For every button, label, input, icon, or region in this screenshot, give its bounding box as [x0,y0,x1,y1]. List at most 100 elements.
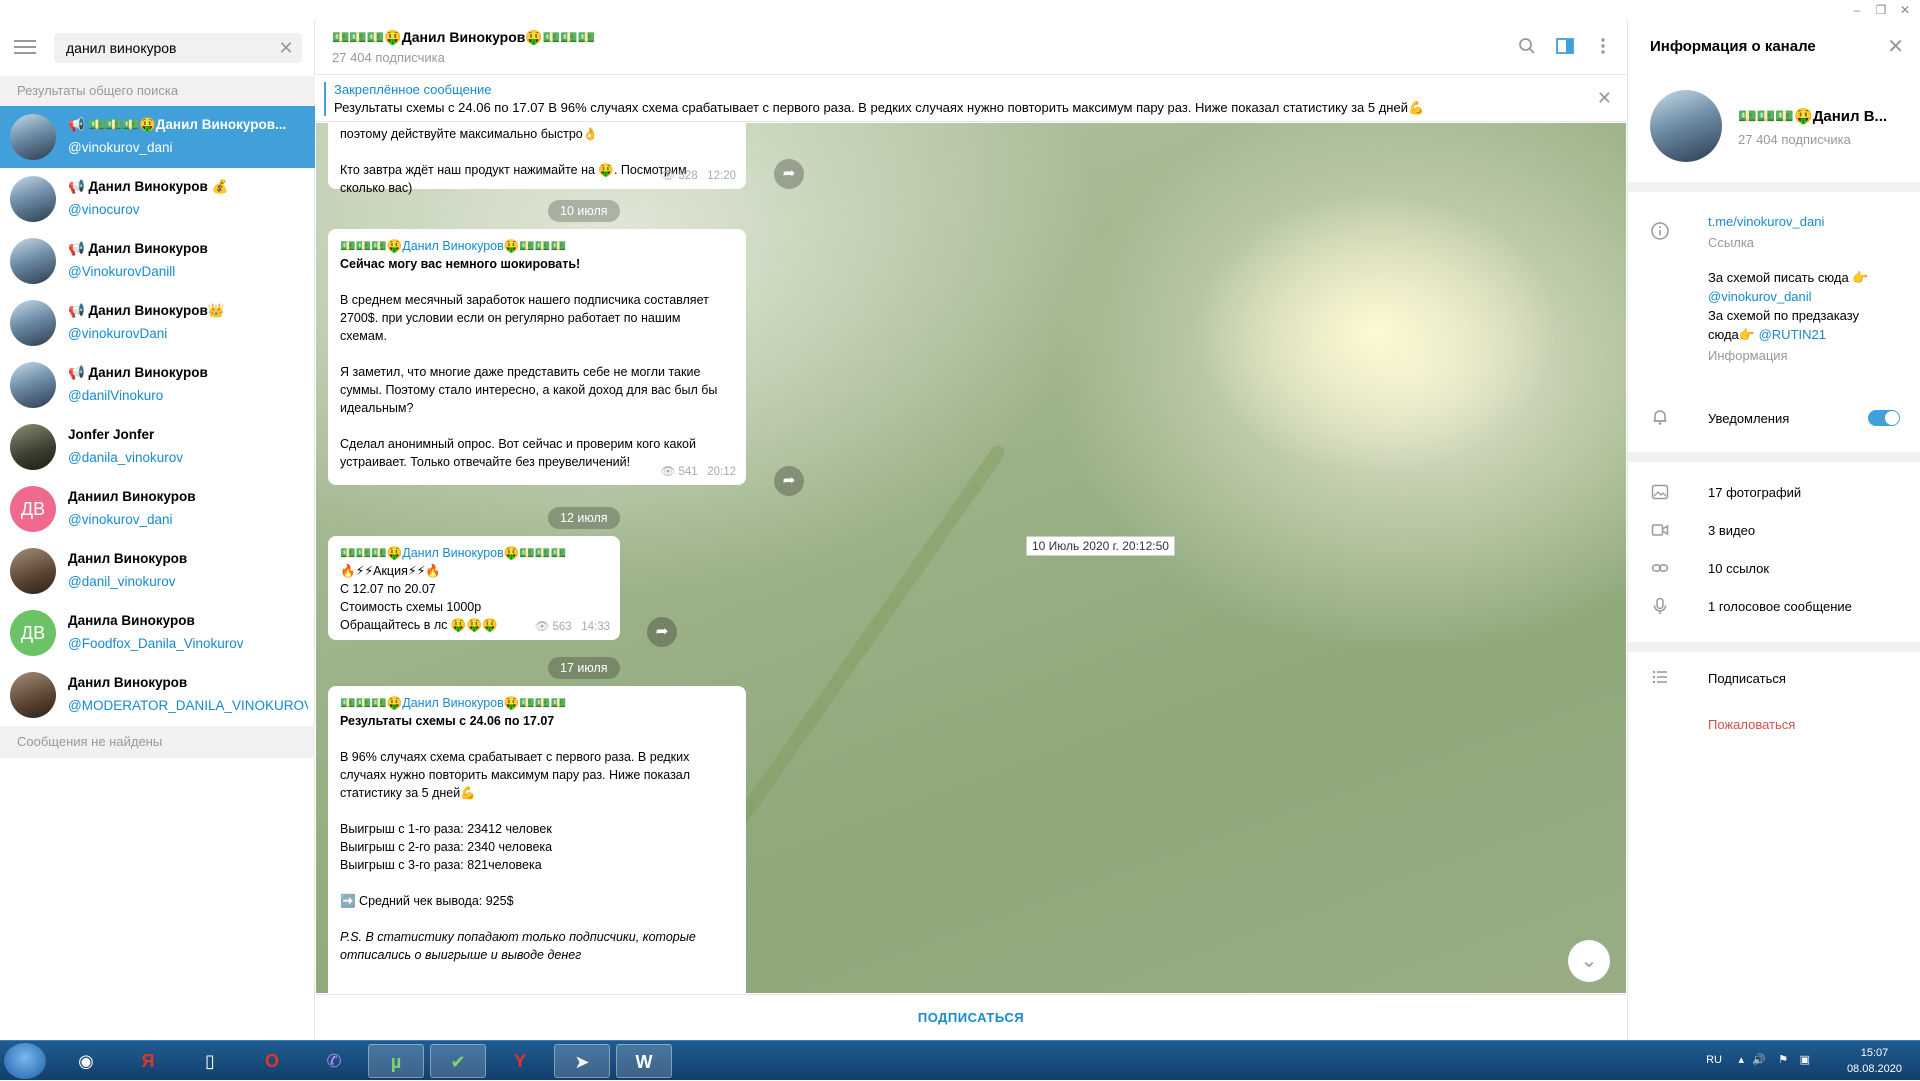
message-author[interactable]: 💵💵💵🤑Данил Винокуров🤑💵💵💵 [340,694,734,712]
result-item[interactable]: 📢 Данил Винокуров @VinokurovDanill [0,230,315,292]
viber-app-icon[interactable]: ◉ [58,1044,114,1078]
result-handle: @vinokurovDani [68,326,168,341]
sidebar-toggle-icon[interactable] [1554,37,1576,59]
chat-header[interactable]: 💵💵💵🤑Данил Винокуров🤑💵💵💵 27 404 подписчик… [316,20,1626,75]
result-item[interactable]: 📢 Данил Винокуров @danilVinokuro [0,354,315,416]
minimize-button[interactable]: – [1846,2,1868,18]
forward-icon[interactable]: ➦ [774,159,804,189]
chat-list-panel: ✕ Результаты общего поиска 📢 💵💵💵🤑Данил В… [0,20,315,1040]
menu-icon[interactable] [14,36,36,58]
result-name: Данил Винокуров [68,675,188,690]
subscribe-button[interactable]: ПОДПИСАТЬСЯ [316,994,1626,1040]
forward-icon[interactable]: ➦ [647,617,677,647]
result-item[interactable]: Jonfer Jonfer @danila_vinokurov [0,416,315,478]
subscribe-link[interactable]: Подписаться [1708,671,1786,686]
result-item[interactable]: ДВ Данила Винокуров @Foodfox_Danila_Vino… [0,602,315,664]
message-text: случаях нужно повторить максимум пару ра… [340,768,691,782]
chat-panel: 💵💵💵🤑Данил Винокуров🤑💵💵💵 27 404 подписчик… [316,20,1626,1040]
flag-icon[interactable]: ⚑ [1778,1053,1788,1066]
avatar: ДВ [10,486,56,532]
video-icon [1650,521,1670,541]
close-info-icon[interactable]: ✕ [1887,34,1904,59]
file-app-icon[interactable]: ▯ [182,1044,238,1078]
result-handle: @Foodfox_Danila_Vinokurov [68,636,244,651]
message-text: идеальным? [340,401,414,415]
result-name: Данила Винокуров [68,613,195,628]
result-handle: @danilVinokuro [68,388,164,403]
language-indicator[interactable]: RU [1706,1054,1722,1066]
notifications-toggle[interactable] [1868,410,1900,426]
link-icon [1650,559,1670,579]
description-mention[interactable]: @vinokurov_danil [1708,289,1812,304]
volume-icon[interactable]: 🔊 [1752,1053,1766,1066]
videos-count[interactable]: 3 видео [1708,523,1755,538]
message-text: поэтому действуйте максимально быстро👌 [340,127,599,141]
result-name: 📢 Данил Винокуров [68,241,208,256]
clear-search-icon[interactable]: ✕ [276,38,296,58]
result-name: Данил Винокуров [68,551,188,566]
message-text: схемам. [340,329,387,343]
viber-app-icon[interactable]: ✆ [306,1044,362,1078]
clock[interactable]: 15:07 08.08.2020 [1847,1045,1902,1077]
shield-app-icon[interactable]: ✔ [430,1044,486,1078]
more-icon[interactable] [1592,37,1614,59]
start-button[interactable] [4,1043,46,1079]
photos-count[interactable]: 17 фотографий [1708,485,1801,500]
forward-icon[interactable]: ➦ [774,466,804,496]
message-author[interactable]: 💵💵💵🤑Данил Винокуров🤑💵💵💵 [340,237,734,255]
message-text: Стоимость схемы 1000р [340,600,482,614]
message[interactable]: 💵💵💵🤑Данил Винокуров🤑💵💵💵 Сейчас могу вас … [328,229,746,485]
links-count[interactable]: 10 ссылок [1708,561,1769,576]
search-input[interactable] [54,33,264,63]
channel-info-panel: Информация о канале ✕ 💵💵💵🤑Данил В... 27 … [1627,20,1920,1040]
message-author[interactable]: 💵💵💵🤑Данил Винокуров🤑💵💵💵 [340,544,608,562]
opera-app-icon[interactable]: O [244,1044,300,1078]
channel-avatar[interactable] [1650,90,1722,162]
result-item[interactable]: Данил Винокуров @danil_vinokurov [0,540,315,602]
message[interactable]: 💵💵💵🤑Данил Винокуров🤑💵💵💵 Результаты схемы… [328,686,746,993]
date-divider: 12 июля [548,507,620,529]
result-handle: @vinokurov_dani [68,512,173,527]
taskbar: ◉ Я ▯ O ✆ µ ✔ Y ➤ W RU ▴ 🔊 ⚑ ▣ 15:07 08.… [0,1040,1920,1080]
message-text: Результаты схемы с 24.06 по 17.07 [340,714,555,728]
message-text: ➡️ Средний чек вывода: 925$ [340,894,514,908]
description-mention[interactable]: @RUTIN21 [1759,327,1826,342]
search-row: ✕ [0,20,315,75]
result-item[interactable]: 📢 💵💵💵🤑Данил Винокуров... @vinokurov_dani [0,106,315,168]
search-icon[interactable] [1516,37,1538,59]
tray-arrow-icon[interactable]: ▴ [1738,1053,1744,1066]
message-text: статистику за 5 дней💪 [340,786,476,800]
result-name: 📢 Данил Винокуров👑 [68,303,225,318]
result-handle: @vinokurov_dani [68,140,173,155]
result-item[interactable]: 📢 Данил Винокуров 💰 @vinocurov [0,168,315,230]
chat-title: 💵💵💵🤑Данил Винокуров🤑💵💵💵 [332,29,596,45]
report-link[interactable]: Пожаловаться [1708,717,1795,732]
pinned-message[interactable]: Закреплённое сообщение Результаты схемы … [316,76,1626,122]
voice-count[interactable]: 1 голосовое сообщение [1708,599,1852,614]
close-window-button[interactable]: ✕ [1894,2,1916,18]
result-item[interactable]: 📢 Данил Винокуров👑 @vinokurovDani [0,292,315,354]
scroll-down-button[interactable]: ⌄ [1568,940,1610,982]
maximize-button[interactable]: ❐ [1870,2,1892,18]
message-text: суммы. Поэтому стало интересно, а какой … [340,383,718,397]
pinned-text: Результаты схемы с 24.06 по 17.07 В 96% … [334,100,1425,115]
avatar [10,424,56,470]
avatar [10,176,56,222]
result-name: 📢 Данил Винокуров [68,365,208,380]
message[interactable]: поэтому действуйте максимально быстро👌 К… [328,123,746,195]
word-app-icon[interactable]: W [616,1044,672,1078]
views-count: 541 [678,466,698,478]
chat-subscribers: 27 404 подписчика [332,50,445,65]
result-item[interactable]: ДВ Даниил Винокуров @vinokurov_dani [0,478,315,540]
channel-link[interactable]: t.me/vinokurov_dani [1708,214,1824,229]
result-item[interactable]: Данил Винокуров @MODERATOR_DANILA_VINOKU… [0,664,315,726]
yandex-app-icon[interactable]: Я [120,1044,176,1078]
telegram-app-icon[interactable]: ➤ [554,1044,610,1078]
channel-subscribers: 27 404 подписчика [1738,132,1851,147]
yandex-browser-icon[interactable]: Y [492,1044,548,1078]
network-icon[interactable]: ▣ [1800,1053,1810,1066]
torrent-app-icon[interactable]: µ [368,1044,424,1078]
message[interactable]: 💵💵💵🤑Данил Винокуров🤑💵💵💵 🔥⚡⚡Акция⚡⚡🔥 С 12… [328,536,620,640]
close-pinned-icon[interactable]: ✕ [1597,88,1612,109]
telegram-window: – ❐ ✕ ✕ Результаты общего поиска 📢 💵💵💵🤑Д… [0,0,1920,1040]
